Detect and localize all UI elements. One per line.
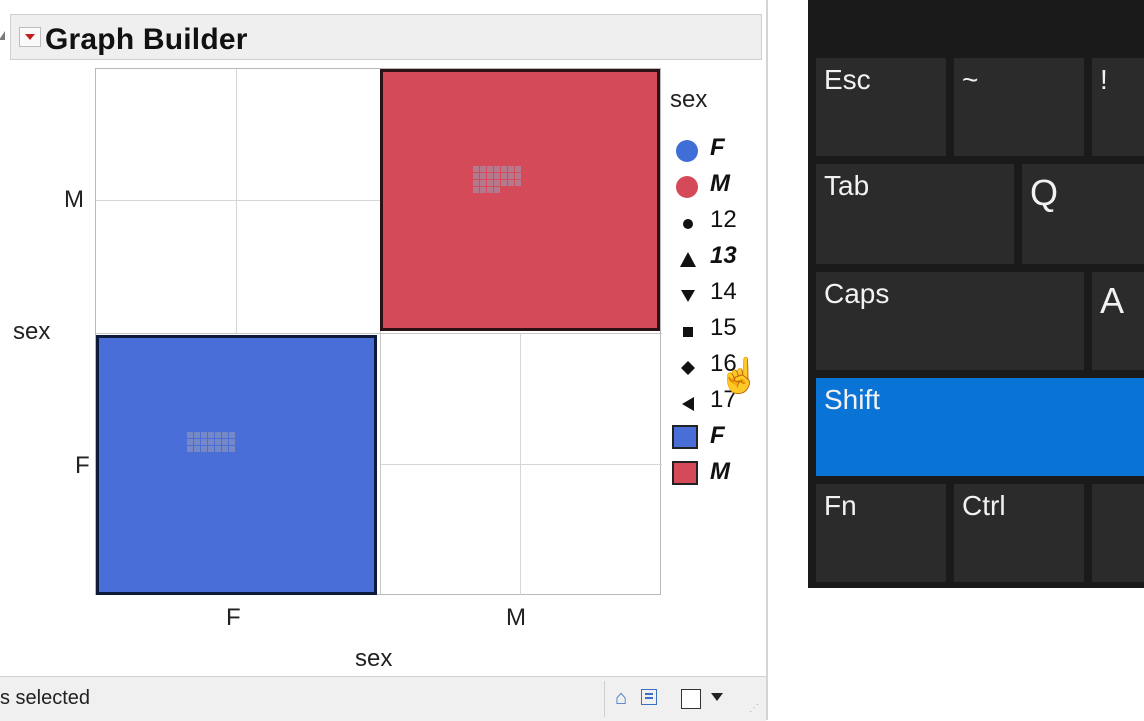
legend-title: sex bbox=[670, 86, 708, 113]
key-shift[interactable]: Shift bbox=[816, 378, 1144, 476]
circle-marker-icon bbox=[683, 219, 693, 229]
home-icon[interactable]: ⌂ bbox=[615, 687, 627, 710]
point-cluster bbox=[187, 432, 235, 452]
grid-line bbox=[96, 200, 380, 201]
up-triangle-marker-icon bbox=[680, 252, 696, 267]
key-label: Fn bbox=[824, 490, 857, 521]
plot-area[interactable] bbox=[95, 68, 662, 595]
legend-label: M bbox=[710, 458, 730, 485]
key-fn[interactable]: Fn bbox=[816, 484, 946, 582]
resize-grip-icon[interactable]: ⋰ bbox=[749, 703, 760, 714]
legend-item-f-color[interactable]: F bbox=[670, 134, 760, 164]
key-q[interactable]: Q bbox=[1022, 164, 1144, 264]
key-exclamation[interactable]: ! bbox=[1092, 58, 1144, 156]
legend-item-m-box[interactable]: M bbox=[670, 458, 760, 488]
status-bar: s selected ⌂ ⋰ bbox=[0, 676, 766, 721]
heatmap-cell-female[interactable] bbox=[96, 335, 377, 595]
circle-swatch-icon bbox=[676, 140, 698, 162]
y-tick-m: M bbox=[64, 186, 84, 213]
box-swatch-icon bbox=[672, 425, 698, 449]
legend-label: F bbox=[710, 134, 725, 161]
key-label: Caps bbox=[824, 278, 890, 309]
graph-builder-window: Graph Builder M F sex F M sex sex F M 12… bbox=[0, 0, 768, 721]
status-tools: ⌂ ⋰ bbox=[604, 681, 767, 717]
legend-label: 12 bbox=[710, 206, 737, 233]
x-axis-title[interactable]: sex bbox=[355, 645, 392, 673]
key-ctrl[interactable]: Ctrl bbox=[954, 484, 1084, 582]
key-tilde[interactable]: ~ bbox=[954, 58, 1084, 156]
legend-label: M bbox=[710, 170, 730, 197]
hand-pointer-cursor-icon: ☝ bbox=[718, 357, 761, 395]
key-label: A bbox=[1100, 280, 1125, 321]
key-label: Tab bbox=[824, 170, 870, 201]
y-axis-title[interactable]: sex bbox=[13, 318, 50, 346]
legend-item-14[interactable]: 14 bbox=[670, 278, 760, 308]
selection-box-icon[interactable] bbox=[681, 689, 701, 709]
legend-label: 15 bbox=[710, 314, 737, 341]
on-screen-keyboard: Esc ~ ! Tab Q Caps A Shift Fn Ctrl bbox=[808, 0, 1144, 588]
key-blank[interactable] bbox=[1092, 484, 1144, 582]
chevron-down-icon[interactable] bbox=[711, 693, 723, 701]
legend-label: 14 bbox=[710, 278, 737, 305]
diamond-marker-icon bbox=[681, 361, 695, 375]
grid-line bbox=[236, 69, 237, 333]
key-label: Shift bbox=[824, 384, 881, 415]
legend-item-m-color[interactable]: M bbox=[670, 170, 760, 200]
key-label: Ctrl bbox=[962, 490, 1006, 521]
key-esc[interactable]: Esc bbox=[816, 58, 946, 156]
cell-divider bbox=[96, 333, 662, 334]
left-triangle-marker-icon bbox=[682, 397, 694, 411]
grid-line bbox=[380, 464, 662, 465]
key-a[interactable]: A bbox=[1092, 272, 1144, 370]
x-tick-f: F bbox=[226, 604, 241, 631]
legend-item-13[interactable]: 13 bbox=[670, 242, 760, 272]
circle-swatch-icon bbox=[676, 176, 698, 198]
status-text: s selected bbox=[0, 687, 91, 709]
key-tab[interactable]: Tab bbox=[816, 164, 1014, 264]
x-tick-m: M bbox=[506, 604, 526, 631]
red-triangle-menu-icon[interactable] bbox=[19, 27, 41, 47]
legend-label: F bbox=[710, 422, 725, 449]
legend-item-15[interactable]: 15 bbox=[670, 314, 760, 344]
key-label: Esc bbox=[824, 64, 871, 95]
legend-item-12[interactable]: 12 bbox=[670, 206, 760, 236]
graph-builder-title: Graph Builder bbox=[45, 23, 248, 56]
disclosure-triangle-icon[interactable] bbox=[0, 31, 5, 40]
layout-icon[interactable] bbox=[641, 689, 657, 705]
key-label: Q bbox=[1030, 172, 1059, 213]
graph-builder-outline-header: Graph Builder bbox=[0, 14, 762, 60]
down-triangle-marker-icon bbox=[681, 290, 695, 302]
square-marker-icon bbox=[683, 327, 693, 337]
key-caps[interactable]: Caps bbox=[816, 272, 1084, 370]
legend-label: 13 bbox=[710, 242, 737, 269]
box-swatch-icon bbox=[672, 461, 698, 485]
y-tick-f: F bbox=[75, 452, 90, 479]
heatmap-cell-male[interactable] bbox=[380, 69, 660, 331]
legend-item-f-box[interactable]: F bbox=[670, 422, 760, 452]
key-label: ! bbox=[1100, 64, 1108, 95]
key-label: ~ bbox=[962, 64, 979, 95]
point-cluster bbox=[473, 166, 521, 193]
